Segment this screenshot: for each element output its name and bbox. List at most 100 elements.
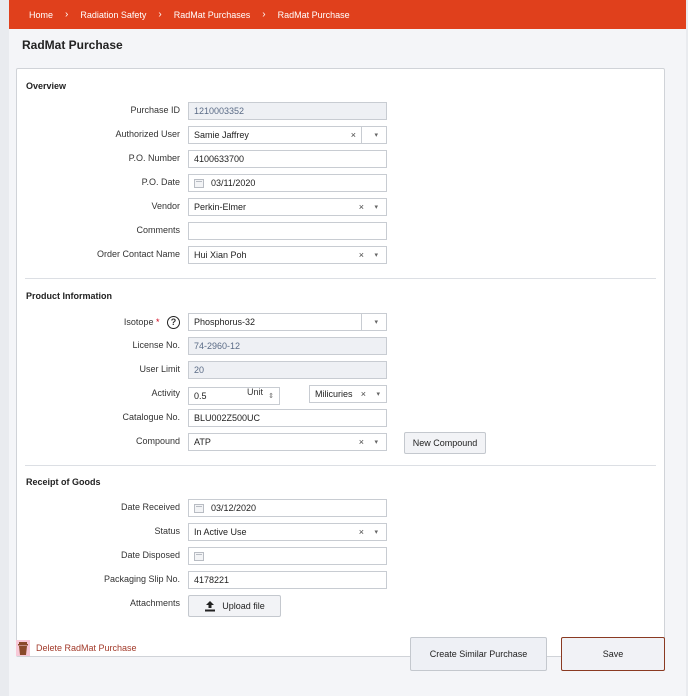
order-contact-value: Hui Xian Poh <box>194 250 247 260</box>
breadcrumb-current: RadMat Purchase <box>277 9 350 20</box>
upload-file-button[interactable]: Upload file <box>188 595 281 617</box>
packaging-slip-value: 4178221 <box>194 575 230 585</box>
create-similar-purchase-button[interactable]: Create Similar Purchase <box>410 637 547 671</box>
purchase-id-field: 1210003352 <box>188 102 387 120</box>
user-limit-field: 20 <box>188 361 387 379</box>
isotope-select[interactable]: Phosphorus-32 ▾ <box>188 313 387 331</box>
clear-icon[interactable]: × <box>359 202 364 212</box>
isotope-value: Phosphorus-32 <box>194 317 256 327</box>
calendar-icon[interactable] <box>194 178 204 188</box>
status-select[interactable]: In Active Use × ▾ <box>188 523 387 541</box>
chevron-right-icon: › <box>158 9 162 20</box>
clear-icon[interactable]: × <box>359 250 364 260</box>
date-disposed-input[interactable] <box>188 547 387 565</box>
po-date-label: P.O. Date <box>141 177 180 187</box>
user-limit-label: User Limit <box>139 364 180 374</box>
catalogue-value: BLU002Z500UC <box>194 413 261 423</box>
po-date-input[interactable]: 03/11/2020 <box>188 174 387 192</box>
license-value: 74-2960-12 <box>194 341 241 351</box>
user-limit-value: 20 <box>194 365 205 375</box>
breadcrumb-radmat-purchases[interactable]: RadMat Purchases <box>174 10 251 20</box>
breadcrumb-radiation-safety[interactable]: Radiation Safety <box>80 10 146 20</box>
authorized-user-value: Samie Jaffrey <box>194 130 249 140</box>
chevron-down-icon[interactable]: ▾ <box>374 438 378 446</box>
trash-icon <box>16 640 30 656</box>
chevron-down-icon[interactable]: ▾ <box>374 131 378 139</box>
calendar-icon[interactable] <box>194 551 204 561</box>
activity-label: Activity <box>151 388 180 398</box>
order-contact-select[interactable]: Hui Xian Poh × ▾ <box>188 246 387 264</box>
select-divider <box>361 314 362 330</box>
purchase-id-value: 1210003352 <box>194 106 245 116</box>
vendor-value: Perkin-Elmer <box>194 202 247 212</box>
catalogue-label: Catalogue No. <box>122 412 180 422</box>
chevron-down-icon[interactable]: ▾ <box>374 251 378 259</box>
new-compound-button[interactable]: New Compound <box>404 432 486 454</box>
vendor-label: Vendor <box>151 201 180 211</box>
clear-icon[interactable]: × <box>361 389 366 399</box>
spinner-icon[interactable]: ⇕ <box>268 392 274 400</box>
compound-value: ATP <box>194 437 211 447</box>
breadcrumb-home[interactable]: Home <box>29 10 53 20</box>
clear-icon[interactable]: × <box>359 437 364 447</box>
page-title: RadMat Purchase <box>22 38 123 52</box>
purchase-id-label: Purchase ID <box>130 105 180 115</box>
authorized-user-select[interactable]: Samie Jaffrey × ▾ <box>188 126 387 144</box>
chevron-down-icon[interactable]: ▾ <box>376 390 380 398</box>
authorized-user-label: Authorized User <box>115 129 180 139</box>
chevron-down-icon[interactable]: ▾ <box>374 203 378 211</box>
comments-input[interactable] <box>188 222 387 240</box>
isotope-label: Isotope * ? <box>17 316 180 329</box>
unit-label: Unit <box>247 387 264 397</box>
clear-icon[interactable]: × <box>359 527 364 537</box>
required-marker: * <box>155 316 160 327</box>
chevron-down-icon[interactable]: ▾ <box>374 528 378 536</box>
packaging-slip-input[interactable]: 4178221 <box>188 571 387 589</box>
packaging-slip-label: Packaging Slip No. <box>103 574 180 584</box>
status-label: Status <box>154 526 180 536</box>
date-received-value: 03/12/2020 <box>211 503 257 513</box>
unit-value: Milicuries <box>315 389 353 399</box>
clear-icon[interactable]: × <box>351 130 356 140</box>
section-divider <box>25 278 656 279</box>
calendar-icon[interactable] <box>194 503 204 513</box>
activity-input[interactable]: 0.5 ⇕ <box>188 387 280 405</box>
date-received-input[interactable]: 03/12/2020 <box>188 499 387 517</box>
activity-value: 0.5 <box>194 391 207 401</box>
delete-purchase-link[interactable]: Delete RadMat Purchase <box>16 640 137 656</box>
chevron-down-icon[interactable]: ▾ <box>374 318 378 326</box>
overview-section-title: Overview <box>26 81 67 91</box>
po-date-value: 03/11/2020 <box>211 178 256 188</box>
po-number-label: P.O. Number <box>128 153 180 163</box>
catalogue-input[interactable]: BLU002Z500UC <box>188 409 387 427</box>
select-divider <box>361 127 362 143</box>
chevron-right-icon: › <box>262 9 266 20</box>
help-icon[interactable]: ? <box>167 316 180 329</box>
comments-label: Comments <box>136 225 180 235</box>
upload-file-label: Upload file <box>222 601 265 611</box>
breadcrumb-bar: Home › Radiation Safety › RadMat Purchas… <box>9 0 686 29</box>
order-contact-label: Order Contact Name <box>96 249 180 259</box>
compound-select[interactable]: ATP × ▾ <box>188 433 387 451</box>
po-number-value: 4100633700 <box>194 154 245 164</box>
po-number-input[interactable]: 4100633700 <box>188 150 387 168</box>
page-content: RadMat Purchase Overview Purchase ID 121… <box>9 29 686 696</box>
date-disposed-label: Date Disposed <box>120 550 180 560</box>
license-label: License No. <box>132 340 180 350</box>
chevron-right-icon: › <box>65 9 69 20</box>
receipt-section-title: Receipt of Goods <box>26 477 101 487</box>
unit-select[interactable]: Milicuries × ▾ <box>309 385 387 403</box>
product-section-title: Product Information <box>26 291 112 301</box>
status-value: In Active Use <box>194 527 247 537</box>
date-received-label: Date Received <box>120 502 180 512</box>
save-button[interactable]: Save <box>561 637 665 671</box>
isotope-label-text: Isotope <box>123 316 154 327</box>
vendor-select[interactable]: Perkin-Elmer × ▾ <box>188 198 387 216</box>
attachments-label: Attachments <box>129 598 180 608</box>
section-divider <box>25 465 656 466</box>
license-field: 74-2960-12 <box>188 337 387 355</box>
upload-icon <box>205 601 216 612</box>
delete-purchase-label: Delete RadMat Purchase <box>36 643 137 653</box>
compound-label: Compound <box>135 436 180 446</box>
purchase-form-card: Overview Purchase ID 1210003352 Authoriz… <box>16 68 665 657</box>
